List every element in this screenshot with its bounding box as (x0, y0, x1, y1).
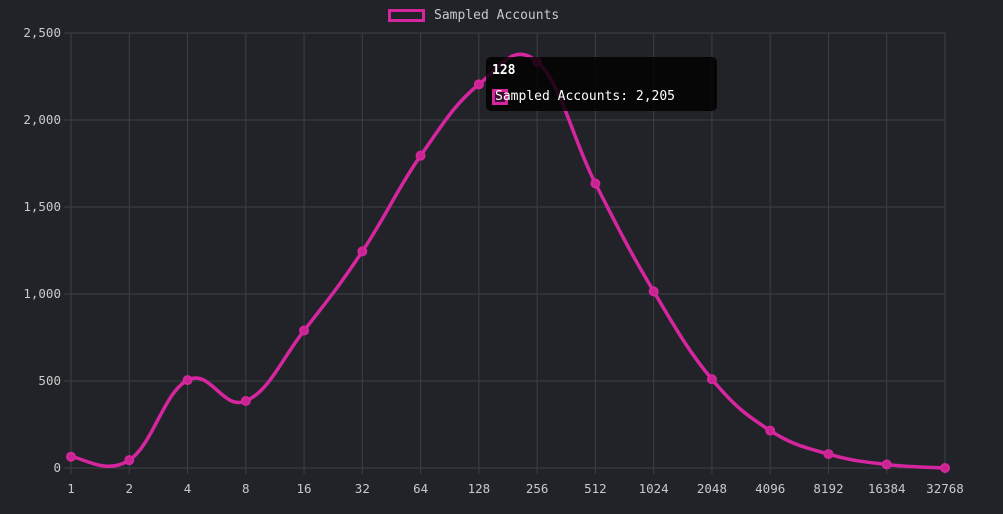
x-tick-label: 512 (584, 481, 607, 496)
x-tick-label: 4 (184, 481, 192, 496)
x-tick-label: 32768 (926, 481, 964, 496)
y-tick-label: 0 (53, 460, 61, 475)
tooltip: 128 Sampled Accounts: 2,205 (486, 57, 717, 111)
x-tick-label: 8192 (813, 481, 843, 496)
legend[interactable]: Sampled Accounts (388, 5, 559, 25)
x-tick-label: 128 (468, 481, 491, 496)
data-point (823, 449, 834, 460)
tooltip-row: Sampled Accounts: 2,205 (492, 87, 711, 107)
x-tick-label: 1024 (639, 481, 669, 496)
data-point (765, 425, 776, 436)
data-point (706, 374, 717, 385)
legend-swatch (388, 8, 425, 22)
x-tick-label: 16 (297, 481, 312, 496)
data-point (299, 325, 310, 336)
tooltip-title: 128 (492, 63, 516, 78)
y-tick-label: 2,500 (23, 25, 61, 40)
x-tick-label: 2 (126, 481, 134, 496)
x-tick-label: 2048 (697, 481, 727, 496)
y-tick-label: 2,000 (23, 112, 61, 127)
y-tick-label: 500 (38, 373, 61, 388)
data-point (357, 246, 368, 257)
x-tick-label: 256 (526, 481, 549, 496)
data-point (66, 451, 76, 462)
legend-label: Sampled Accounts (434, 7, 560, 23)
x-tick-label: 4096 (755, 481, 785, 496)
data-point (881, 459, 892, 470)
data-point (590, 178, 601, 189)
data-point (473, 79, 484, 90)
chart-container: 0 500 1,000 1,500 2,000 2,500 1 2 4 8 16 32 64 128 256… (0, 0, 1003, 514)
tooltip-label: Sampled Accounts: 2,205 (495, 89, 676, 104)
y-tick-label: 1,000 (23, 286, 61, 301)
data-point (182, 375, 193, 386)
data-point (240, 396, 251, 407)
x-tick-label: 8 (242, 481, 250, 496)
data-point (648, 286, 659, 297)
x-tick-label: 32 (355, 481, 370, 496)
data-point (124, 455, 135, 466)
x-tick-label: 1 (67, 481, 75, 496)
x-tick-label: 16384 (868, 481, 906, 496)
data-point (415, 150, 426, 161)
data-point (940, 463, 950, 473)
x-tick-label: 64 (413, 481, 428, 496)
series-line (70, 52, 946, 470)
y-tick-label: 1,500 (23, 199, 61, 214)
